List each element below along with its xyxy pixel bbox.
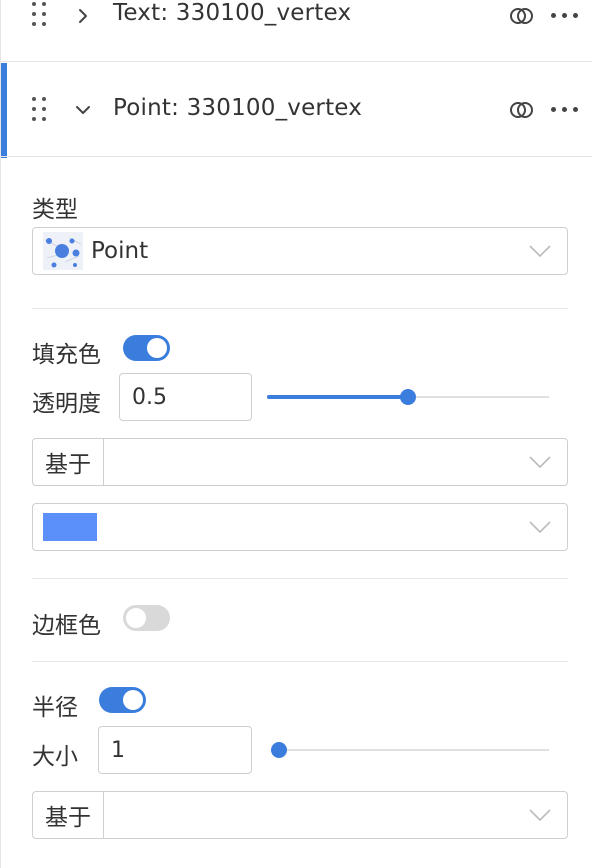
- chevron-down-icon: [529, 456, 551, 468]
- chevron-down-icon: [529, 809, 551, 821]
- size-slider[interactable]: [271, 742, 549, 758]
- size-input[interactable]: 1: [98, 726, 252, 774]
- slider-thumb[interactable]: [400, 389, 416, 405]
- radius-based-on-select[interactable]: 基于: [32, 791, 568, 839]
- based-on-label: 基于: [33, 792, 104, 838]
- slider-track: [271, 749, 549, 751]
- opacity-slider[interactable]: [267, 389, 549, 405]
- chevron-down-icon[interactable]: [75, 102, 91, 118]
- type-label: 类型: [32, 197, 78, 223]
- divider: [32, 661, 568, 662]
- border-color-toggle[interactable]: [123, 605, 170, 631]
- visibility-toggle-icon[interactable]: [508, 6, 536, 26]
- slider-thumb[interactable]: [271, 742, 287, 758]
- layer-panel: Text: 330100_vertex Point: 330100_vertex: [0, 0, 592, 868]
- radius-label: 半径: [32, 695, 78, 721]
- type-select[interactable]: Point: [32, 227, 568, 275]
- more-options-icon[interactable]: [551, 12, 581, 20]
- point-layer-thumbnail-icon: [43, 232, 83, 270]
- based-on-label: 基于: [33, 439, 104, 485]
- toggle-knob: [147, 338, 167, 358]
- drag-handle-icon[interactable]: [32, 2, 48, 28]
- chevron-right-icon[interactable]: [75, 8, 91, 24]
- divider: [32, 578, 568, 579]
- fill-color-select[interactable]: [32, 503, 568, 551]
- opacity-input[interactable]: 0.5: [119, 373, 252, 421]
- fill-color-toggle[interactable]: [123, 335, 170, 361]
- chevron-down-icon: [529, 521, 551, 533]
- layer-row-point[interactable]: Point: 330100_vertex: [1, 63, 592, 157]
- layer-row-text[interactable]: Text: 330100_vertex: [1, 0, 592, 62]
- drag-handle-icon[interactable]: [32, 97, 48, 123]
- radius-toggle[interactable]: [99, 687, 146, 713]
- fill-color-label: 填充色: [32, 342, 101, 368]
- divider: [32, 308, 568, 309]
- type-value: Point: [91, 238, 149, 264]
- visibility-toggle-icon[interactable]: [508, 100, 536, 120]
- border-color-label: 边框色: [32, 613, 101, 639]
- layer-title: Text: 330100_vertex: [113, 0, 352, 26]
- layer-title: Point: 330100_vertex: [113, 95, 363, 121]
- toggle-knob: [126, 608, 146, 628]
- color-swatch: [43, 513, 97, 541]
- toggle-knob: [123, 690, 143, 710]
- size-label: 大小: [32, 744, 78, 770]
- chevron-down-icon: [529, 245, 551, 257]
- fill-based-on-select[interactable]: 基于: [32, 438, 568, 486]
- opacity-label: 透明度: [32, 391, 101, 417]
- more-options-icon[interactable]: [551, 106, 581, 114]
- slider-fill: [267, 395, 408, 399]
